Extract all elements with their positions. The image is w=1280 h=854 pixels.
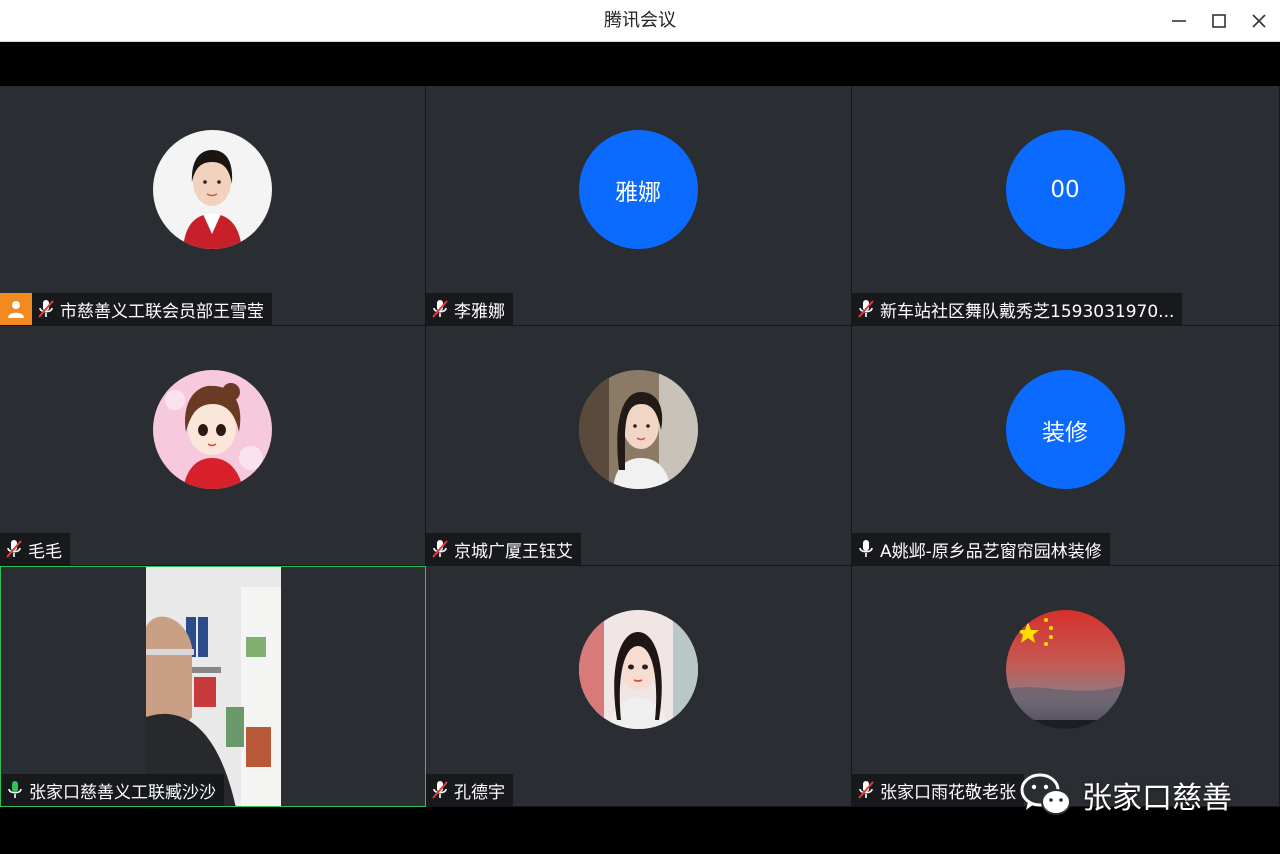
name-bar: 张家口雨花敬老张 [852, 774, 1024, 806]
avatar [152, 130, 272, 249]
avatar: 雅娜 [578, 130, 698, 249]
mic-icon [852, 533, 880, 565]
watermark: 张家口慈善 [1020, 771, 1232, 819]
host-person-icon [8, 301, 24, 318]
participant-tile[interactable]: 雅娜 李雅娜 [426, 86, 852, 326]
watermark-text: 张家口慈善 [1082, 781, 1232, 816]
maximize-button[interactable] [1204, 6, 1234, 36]
participant-tile[interactable]: 京城广厦王钰艾 [426, 326, 852, 566]
name-bar: 张家口慈善义工联臧沙沙 [1, 774, 224, 806]
participant-name: 新车站社区舞队戴秀芝1593031970... [880, 301, 1175, 322]
name-bar: 李雅娜 [426, 293, 513, 325]
participant-tile[interactable]: 市慈善义工联会员部王雪莹 [0, 86, 426, 326]
maximize-icon [1212, 14, 1226, 28]
avatar: 00 [1005, 130, 1125, 249]
name-bar: 市慈善义工联会员部王雪莹 [0, 293, 272, 325]
mic-muted-icon [426, 774, 454, 806]
wechat-icon [1020, 773, 1071, 815]
participant-tile[interactable]: 装修 A姚邺-原乡品艺窗帘园林装修 [852, 326, 1280, 566]
name-bar: 京城广厦王钰艾 [426, 533, 581, 565]
mic-muted-icon [426, 293, 454, 325]
window-title: 腾讯会议 [604, 10, 676, 31]
participant-tile[interactable]: 毛毛 [0, 326, 426, 566]
avatar [1005, 610, 1125, 729]
name-bar: 新车站社区舞队戴秀芝1593031970... [852, 293, 1183, 325]
participant-name: 市慈善义工联会员部王雪莹 [60, 301, 264, 322]
mic-muted-icon [852, 293, 880, 325]
mic-speaking-icon [1, 774, 29, 806]
mic-muted-icon [0, 533, 28, 565]
top-bar [0, 42, 1280, 86]
close-button[interactable] [1244, 6, 1274, 36]
participant-grid: 市慈善义工联会员部王雪莹 雅娜 李雅娜 00 新车站社区舞队戴秀芝1593031… [0, 86, 1280, 807]
participant-name: 李雅娜 [454, 301, 505, 322]
mic-muted-icon [32, 293, 60, 325]
close-icon [1252, 14, 1266, 28]
participant-name: 毛毛 [28, 541, 62, 562]
title-bar: 腾讯会议 [0, 0, 1280, 42]
mic-muted-icon [852, 774, 880, 806]
participant-tile[interactable]: 孔德宇 [426, 566, 852, 807]
name-bar: 毛毛 [0, 533, 70, 565]
participant-tile-active[interactable]: 张家口慈善义工联臧沙沙 [0, 566, 426, 807]
mic-muted-icon [426, 533, 454, 565]
participant-name: 京城广厦王钰艾 [454, 541, 573, 562]
avatar [152, 370, 272, 489]
participant-name: 孔德宇 [454, 782, 505, 803]
avatar: 装修 [1005, 370, 1125, 489]
participant-name: 张家口雨花敬老张 [880, 782, 1016, 803]
host-badge [0, 293, 32, 325]
participant-name: 张家口慈善义工联臧沙沙 [29, 782, 216, 803]
name-bar: 孔德宇 [426, 774, 513, 806]
participant-tile[interactable]: 00 新车站社区舞队戴秀芝1593031970... [852, 86, 1280, 326]
name-bar: A姚邺-原乡品艺窗帘园林装修 [852, 533, 1110, 565]
minimize-button[interactable] [1164, 6, 1194, 36]
minimize-icon [1172, 20, 1186, 22]
video-feed [146, 567, 281, 806]
avatar [578, 370, 698, 489]
avatar [578, 610, 698, 729]
participant-name: A姚邺-原乡品艺窗帘园林装修 [880, 541, 1102, 562]
